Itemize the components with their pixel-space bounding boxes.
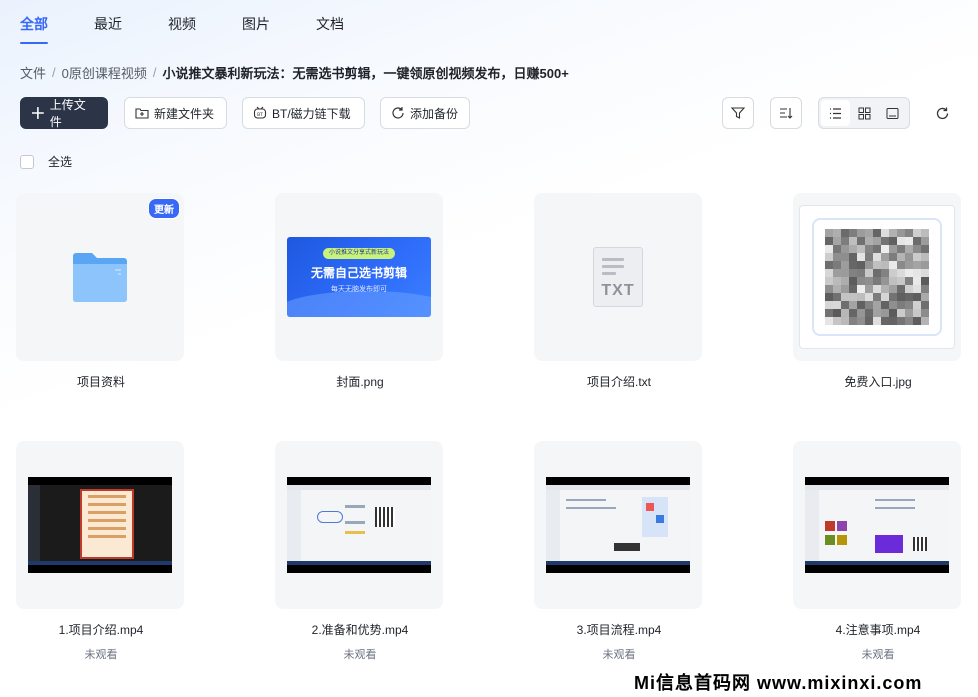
- breadcrumb-folder[interactable]: 0原创课程视频: [62, 63, 147, 82]
- file-item-video[interactable]: 4.注意事项.mp4 未观看: [793, 441, 963, 662]
- video-thumbnail: [28, 477, 172, 573]
- sync-icon: [392, 107, 404, 119]
- new-folder-label: 新建文件夹: [154, 106, 215, 121]
- qr-code-mosaic: [825, 229, 929, 325]
- toolbar: 上传文件 新建文件夹 BT BT/磁力链下载 添加备份: [20, 97, 958, 129]
- file-thumbnail: 更新: [16, 193, 184, 361]
- video-frame: [28, 485, 172, 565]
- watch-status: 未观看: [84, 649, 118, 661]
- file-item-qr[interactable]: 免费入口.jpg: [793, 193, 963, 390]
- file-thumbnail: 小说推文分享式新玩法 无需自己选书剪辑 每天无脑发布即可: [275, 193, 443, 361]
- file-name: 封面.png: [336, 375, 384, 389]
- cover-wave-decoration: [287, 291, 431, 317]
- image-view-icon: [886, 107, 899, 119]
- video-thumbnail: [546, 477, 690, 573]
- qr-image: [799, 205, 955, 349]
- bt-download-label: BT/磁力链下载: [272, 106, 351, 121]
- file-thumbnail: [534, 441, 702, 609]
- video-thumbnail: [287, 477, 431, 573]
- view-mode-switch: [818, 97, 910, 129]
- breadcrumb-separator: /: [152, 65, 157, 80]
- video-thumbnail: [805, 477, 949, 573]
- tab-recent[interactable]: 最近: [94, 14, 122, 44]
- breadcrumb: 文件 / 0原创课程视频 / 小说推文暴利新玩法：无需选书剪辑，一键领原创视频发…: [20, 63, 569, 82]
- new-folder-button[interactable]: 新建文件夹: [124, 97, 227, 129]
- upload-label: 上传文件: [49, 98, 86, 129]
- list-icon: [829, 107, 841, 119]
- plus-icon: [31, 107, 44, 119]
- filter-icon: [731, 107, 745, 119]
- file-name: 项目资料: [76, 375, 125, 389]
- video-frame: [287, 485, 431, 565]
- bt-download-button[interactable]: BT BT/磁力链下载: [242, 97, 365, 129]
- cover-image: 小说推文分享式新玩法 无需自己选书剪辑 每天无脑发布即可: [287, 237, 431, 317]
- watch-status: 未观看: [861, 649, 895, 661]
- add-backup-label: 添加备份: [410, 106, 459, 121]
- file-thumbnail: [793, 193, 961, 361]
- file-item-txt[interactable]: TXT 项目介绍.txt: [534, 193, 704, 390]
- file-item-folder[interactable]: 更新 项目资料: [16, 193, 186, 390]
- grid-icon: [858, 107, 870, 119]
- file-thumbnail: [793, 441, 961, 609]
- txt-lines-decoration: [602, 258, 624, 279]
- select-all-label: 全选: [48, 155, 73, 169]
- file-item-video[interactable]: 1.项目介绍.mp4 未观看: [16, 441, 186, 662]
- file-thumbnail: [16, 441, 184, 609]
- tab-video[interactable]: 视频: [168, 14, 196, 44]
- select-all-checkbox[interactable]: [20, 154, 34, 169]
- txt-icon-label: TXT: [601, 282, 635, 299]
- folder-add-icon: [135, 108, 149, 119]
- sort-icon: [780, 108, 793, 119]
- filter-button[interactable]: [722, 97, 754, 129]
- txt-file-icon: TXT: [593, 247, 643, 307]
- tab-docs[interactable]: 文档: [316, 14, 344, 44]
- file-name: 2.准备和优势.mp4: [311, 623, 409, 637]
- video-frame: [805, 485, 949, 565]
- file-name: 项目介绍.txt: [586, 375, 651, 389]
- large-view-option[interactable]: [878, 100, 907, 126]
- cover-pill-text: 小说推文分享式新玩法: [323, 248, 395, 259]
- select-all: 全选: [20, 153, 72, 170]
- qr-frame: [812, 218, 942, 336]
- refresh-button[interactable]: [926, 97, 958, 129]
- sort-button[interactable]: [770, 97, 802, 129]
- watch-status: 未观看: [343, 649, 377, 661]
- grid-view-option[interactable]: [850, 100, 879, 126]
- watch-status: 未观看: [602, 649, 636, 661]
- file-thumbnail: TXT: [534, 193, 702, 361]
- file-item-video[interactable]: 2.准备和优势.mp4 未观看: [275, 441, 445, 662]
- file-name: 1.项目介绍.mp4: [58, 623, 144, 637]
- cover-title: 无需自己选书剪辑: [310, 266, 407, 280]
- add-backup-button[interactable]: 添加备份: [380, 97, 470, 129]
- video-frame: [546, 485, 690, 565]
- watermark-text: Mi信息首码网 www.mixinxi.com: [634, 673, 923, 693]
- breadcrumb-current: 小说推文暴利新玩法：无需选书剪辑，一键领原创视频发布，日赚500+: [162, 66, 569, 81]
- cover-subtitle: 每天无脑发布即可: [331, 286, 387, 293]
- file-name: 3.项目流程.mp4: [576, 623, 662, 637]
- breadcrumb-separator: /: [52, 65, 56, 80]
- category-tabs: 全部 最近 视频 图片 文档: [20, 14, 390, 44]
- svg-text:BT: BT: [257, 112, 263, 118]
- folder-icon: [73, 253, 127, 302]
- file-item-cover[interactable]: 小说推文分享式新玩法 无需自己选书剪辑 每天无脑发布即可 封面.png: [275, 193, 445, 390]
- list-view-option[interactable]: [821, 100, 850, 126]
- file-name: 4.注意事项.mp4: [835, 623, 921, 637]
- breadcrumb-files[interactable]: 文件: [20, 63, 46, 82]
- refresh-icon: [936, 107, 948, 119]
- file-thumbnail: [275, 441, 443, 609]
- tab-all[interactable]: 全部: [20, 14, 48, 44]
- file-name: 免费入口.jpg: [844, 375, 912, 389]
- bt-icon: BT: [253, 106, 267, 119]
- upload-button[interactable]: 上传文件: [20, 97, 108, 129]
- update-badge: 更新: [148, 198, 180, 219]
- file-item-video[interactable]: 3.项目流程.mp4 未观看: [534, 441, 704, 662]
- tab-images[interactable]: 图片: [242, 14, 270, 44]
